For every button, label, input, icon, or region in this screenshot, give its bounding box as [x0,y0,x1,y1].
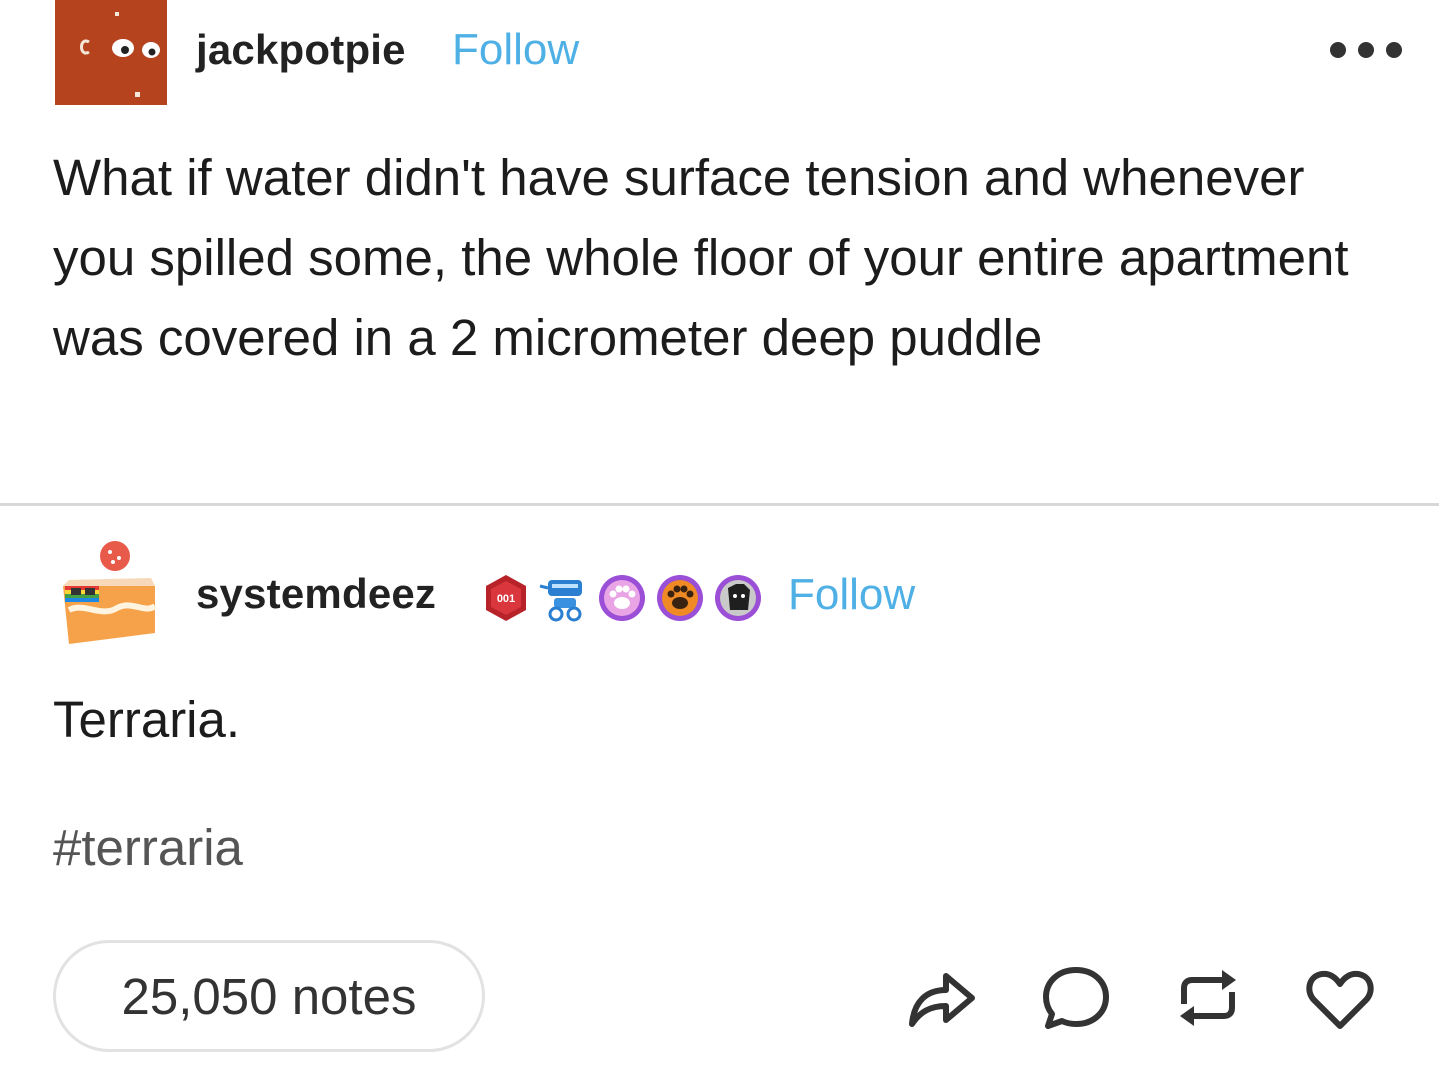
follow-button[interactable]: Follow [788,570,915,620]
avatar[interactable] [55,0,167,105]
badge-row: 001 [480,572,764,624]
share-icon[interactable] [906,962,978,1034]
dot [1330,42,1346,58]
tumblr-post: jackpotpie Follow What if water didn't h… [0,0,1439,1087]
follow-button[interactable]: Follow [452,25,579,75]
red-hexagon-badge-icon[interactable]: 001 [480,572,532,624]
more-options-icon[interactable] [1330,38,1402,62]
like-icon[interactable] [1304,962,1376,1034]
notes-button[interactable]: 25,050 notes [53,940,485,1052]
cartoon-face-avatar-icon [55,0,167,105]
comment-icon[interactable] [1040,962,1112,1034]
divider [0,503,1439,506]
cake-slice-avatar-icon [63,541,157,644]
dot [1358,42,1374,58]
dot [1386,42,1402,58]
author-username[interactable]: jackpotpie [196,26,406,74]
post-body: What if water didn't have surface tensio… [53,149,1349,366]
avatar[interactable] [55,538,163,650]
reply-author-username[interactable]: systemdeez [196,570,436,618]
reblog-icon[interactable] [1172,962,1244,1034]
tag-link[interactable]: #terraria [53,818,243,877]
blue-robot-badge-icon[interactable] [538,572,590,624]
purple-paw-badge-icon[interactable] [596,572,648,624]
gray-dog-badge-icon[interactable] [712,572,764,624]
orange-paw-badge-icon[interactable] [654,572,706,624]
reply-body: Terraria. [53,691,241,748]
badge-text: 001 [497,593,515,605]
